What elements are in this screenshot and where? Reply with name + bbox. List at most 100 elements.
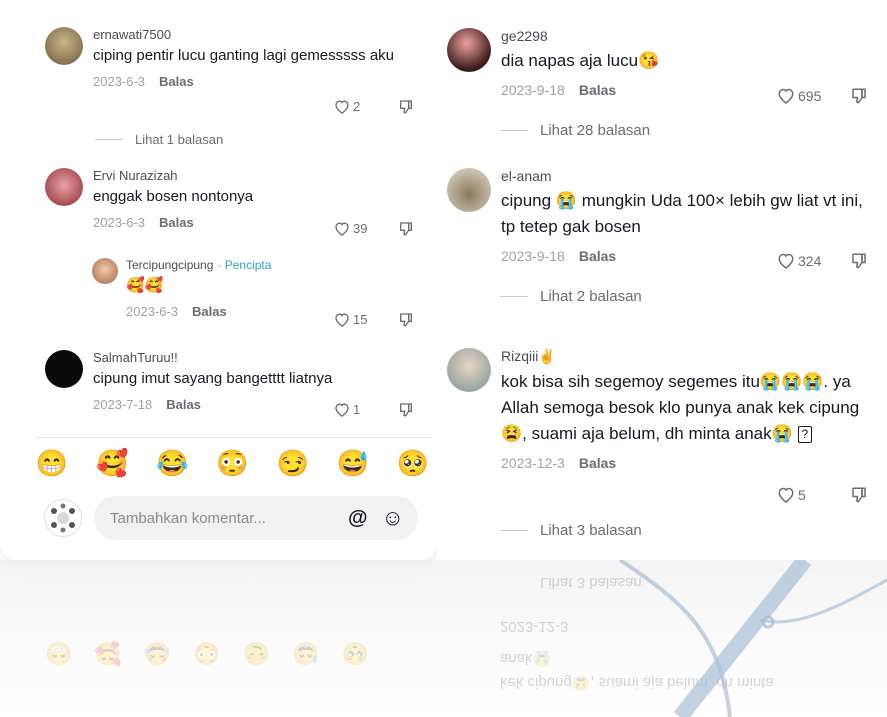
heart-icon	[335, 403, 349, 417]
comment-date: 2023-7-18	[93, 397, 153, 412]
divider-line	[95, 139, 123, 140]
view-replies-link[interactable]: Lihat 28 balasan	[500, 122, 650, 139]
reply-button[interactable]: Balas	[579, 455, 616, 471]
comment-username[interactable]: Tercipungcipung	[126, 258, 213, 272]
view-replies-link[interactable]: Lihat 3 balasan	[500, 522, 642, 539]
reflected-emoji: 😅	[292, 641, 320, 666]
avatar[interactable]	[45, 350, 83, 388]
self-avatar[interactable]	[44, 499, 82, 537]
comment-date: 2023-9-18	[501, 248, 565, 264]
reply-button[interactable]: Balas	[159, 215, 194, 230]
like-button[interactable]: 1	[334, 402, 360, 417]
divider-line	[500, 130, 528, 131]
dislike-icon[interactable]	[398, 312, 414, 328]
mention-icon[interactable]: @	[348, 507, 368, 530]
comment-text: enggak bosen nontonya	[93, 188, 254, 205]
comment-input[interactable]	[110, 509, 335, 527]
like-count: 2	[353, 99, 361, 114]
dislike-icon[interactable]	[398, 402, 414, 418]
like-count: 15	[353, 312, 368, 327]
comment-username[interactable]: SalmahTuruu!!	[93, 350, 332, 365]
comment-text: cipung imut sayang bangetttt liatnya	[93, 370, 333, 387]
comment-date: 2023-12-3	[501, 455, 565, 471]
emoji-grin[interactable]: 😁	[35, 448, 69, 479]
reply-button[interactable]: Balas	[166, 397, 201, 412]
comment-composer: @ ☺	[44, 496, 418, 540]
comment-text: cipung 😭 mungkin Uda 100× lebih gw liat …	[501, 191, 863, 236]
comment-date: 2023-6-3	[93, 74, 146, 89]
emoji-smirk[interactable]: 😏	[276, 448, 310, 479]
view-replies-label: Lihat 28 balasan	[540, 122, 651, 139]
dislike-icon[interactable]	[850, 87, 868, 105]
like-count: 39	[353, 221, 368, 236]
like-count: 5	[798, 486, 806, 503]
dislike-icon[interactable]	[850, 486, 868, 504]
avatar[interactable]	[447, 348, 491, 392]
avatar[interactable]	[45, 27, 83, 65]
emoji-flushed[interactable]: 😳	[215, 448, 249, 479]
emoji-hearts[interactable]: 🥰	[95, 448, 129, 479]
comment-input-box[interactable]: @ ☺	[94, 496, 418, 540]
dislike-icon[interactable]	[398, 99, 414, 115]
left-comments-panel: ernawati7500 ciping pentir lucu ganting …	[0, 0, 437, 560]
like-button[interactable]: 39	[334, 221, 367, 236]
comment-username[interactable]: Ervi Nurazizah	[93, 168, 253, 183]
dislike-icon[interactable]	[850, 252, 868, 270]
reply-item: Tercipungcipung · Pencipta 🥰🥰 2023-6-3 Ba…	[92, 258, 271, 319]
divider-line	[500, 530, 528, 531]
reply-button[interactable]: Balas	[579, 248, 616, 264]
emoji-joy[interactable]: 😂	[155, 448, 189, 479]
comment-username[interactable]: el-anam	[501, 168, 871, 184]
view-replies-link[interactable]: Lihat 1 balasan	[95, 132, 223, 147]
right-comments-panel: ge2298 dia napas aja lucu😘 2023-9-18 Bal…	[437, 0, 887, 560]
emoji-picker-icon[interactable]: ☺	[382, 505, 404, 531]
avatar[interactable]	[447, 168, 491, 212]
like-count: 695	[798, 87, 822, 104]
unknown-glyph-box: ?	[797, 426, 813, 444]
reflected-emoji-bar: 😁 🥰 😂 😳 😏 😅 🥺	[45, 640, 369, 666]
comment-date: 2023-6-3	[93, 215, 146, 230]
like-count: 324	[798, 252, 822, 269]
avatar[interactable]	[447, 28, 491, 72]
like-button[interactable]: 15	[334, 312, 367, 327]
creator-badge: · Pencipta	[217, 258, 272, 272]
emoji-bar: 😁 🥰 😂 😳 😏 😅 🥺	[35, 448, 430, 479]
like-button[interactable]: 5	[777, 486, 806, 503]
emoji-sweat-smile[interactable]: 😅	[336, 448, 370, 479]
reply-button[interactable]: Balas	[579, 82, 616, 98]
reply-button[interactable]: Balas	[159, 74, 194, 89]
emoji-pleading[interactable]: 🥺	[396, 448, 430, 479]
avatar[interactable]	[45, 168, 83, 206]
view-replies-link[interactable]: Lihat 2 balasan	[500, 288, 642, 305]
comment-date: 2023-9-18	[501, 82, 565, 98]
comment-text: ciping pentir lucu ganting lagi gemessss…	[93, 47, 395, 64]
reflected-emoji: 😁	[45, 641, 73, 666]
comment-date: 2023-6-3	[126, 304, 179, 319]
reflected-emoji: 😂	[143, 641, 172, 666]
comment-username[interactable]: ge2298	[501, 28, 659, 44]
avatar-pattern-icon	[51, 503, 75, 533]
avatar[interactable]	[92, 258, 118, 284]
reply-button[interactable]: Balas	[192, 304, 227, 319]
like-button[interactable]: 695	[777, 87, 821, 104]
like-button[interactable]: 2	[334, 99, 360, 114]
view-replies-label: Lihat 3 balasan	[540, 522, 642, 539]
dislike-icon[interactable]	[398, 221, 414, 237]
heart-icon	[335, 313, 349, 327]
comment-item: Ervi Nurazizah enggak bosen nontonya 202…	[45, 168, 253, 230]
like-button[interactable]: 324	[777, 252, 821, 269]
comment-username[interactable]: ernawati7500	[93, 27, 413, 42]
heart-icon	[335, 100, 349, 114]
heart-icon	[778, 253, 794, 269]
comment-item: SalmahTuruu!! cipung imut sayang bangett…	[45, 350, 332, 412]
comment-item: ernawati7500 ciping pentir lucu ganting …	[45, 27, 413, 89]
comment-username[interactable]: Rizqiii✌	[501, 348, 873, 365]
comment-item: ge2298 dia napas aja lucu😘 2023-9-18 Bal…	[447, 28, 659, 98]
divider	[35, 437, 432, 438]
comment-item: el-anam cipung 😭 mungkin Uda 100× lebih …	[447, 168, 871, 264]
comment-text: 🥰🥰	[126, 277, 164, 294]
reflected-date: 2023-12-3	[500, 618, 569, 635]
view-replies-label: Lihat 2 balasan	[540, 288, 642, 305]
reflected-text: anak😭	[500, 650, 552, 667]
reflected-emoji: 😏	[242, 641, 271, 666]
